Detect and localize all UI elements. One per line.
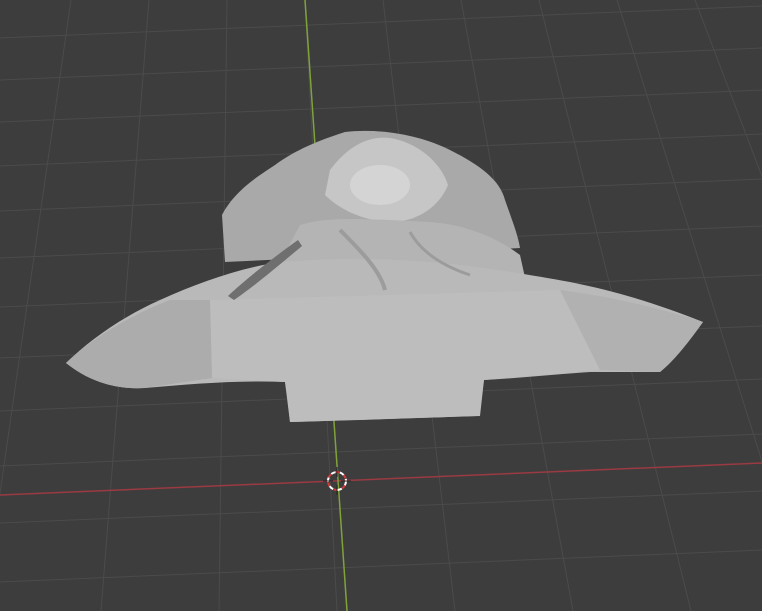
grid-line [0,490,762,524]
grid-line [100,0,150,611]
viewport-canvas[interactable] [0,0,762,611]
grid-line [0,5,762,39]
grid-line [0,89,762,123]
x-axis-line [0,462,762,496]
grid-line [0,549,762,583]
grid-line [0,47,762,81]
3d-viewport[interactable] [0,0,762,611]
